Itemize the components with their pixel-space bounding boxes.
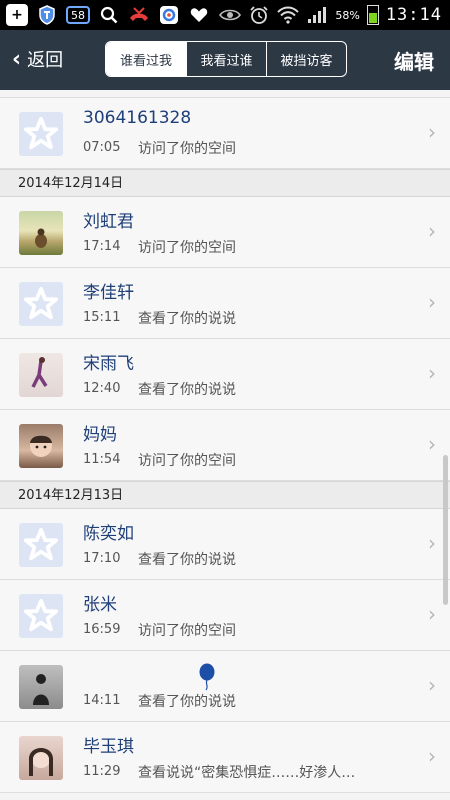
heart-icon <box>188 4 210 26</box>
date-section-header: 2014年12月13日 <box>0 481 450 509</box>
visit-action: 查看说说“密集恐惧症……好渗人… <box>138 765 356 781</box>
visit-time: 07:05 <box>83 140 121 155</box>
chevron-right-icon: › <box>428 744 436 768</box>
avatar <box>19 211 63 255</box>
visitor-tabs: 谁看过我 我看过谁 被挡访客 <box>105 41 347 77</box>
search-icon <box>98 4 120 26</box>
visitor-name: 李佳轩 <box>83 283 134 303</box>
back-button[interactable]: ‹ 返回 <box>12 46 63 72</box>
list-item[interactable]: 妈妈 11:54 访问了你的空间 › <box>0 410 450 481</box>
date-section-header: 2014年12月14日 <box>0 169 450 197</box>
visit-time: 15:11 <box>83 310 121 325</box>
list-item[interactable]: 张米 16:59 访问了你的空间 › <box>0 580 450 651</box>
chevron-right-icon: › <box>428 602 436 626</box>
chevron-right-icon: › <box>428 531 436 555</box>
visitor-name: 毕玉琪 <box>83 737 134 757</box>
visit-action: 访问了你的空间 <box>138 240 236 256</box>
avatar <box>19 665 63 709</box>
status-bar: + 58 58% 13:14 <box>0 0 450 30</box>
avatar <box>19 736 63 780</box>
list-item[interactable]: 3064161328 07:05 访问了你的空间 › <box>0 98 450 169</box>
chevron-right-icon: › <box>428 120 436 144</box>
visitor-name: 3064161328 <box>83 108 192 128</box>
visit-time: 11:29 <box>83 764 121 779</box>
visitor-name: 陈奕如 <box>83 524 134 544</box>
eye-icon <box>219 4 242 26</box>
visit-time: 12:40 <box>83 381 121 396</box>
tab-blocked-visitors[interactable]: 被挡访客 <box>266 42 346 76</box>
visit-action: 查看了你的说说 <box>138 552 236 568</box>
visit-action: 查看了你的说说 <box>138 382 236 398</box>
visit-time: 17:14 <box>83 239 121 254</box>
clock-time: 13:14 <box>385 5 442 25</box>
signal-icon <box>306 4 328 26</box>
visit-time: 17:10 <box>83 551 121 566</box>
chevron-right-icon: › <box>428 290 436 314</box>
edit-button[interactable]: 编辑 <box>394 46 434 75</box>
avatar <box>19 353 63 397</box>
plus-icon: + <box>6 4 28 26</box>
default-avatar-icon <box>19 594 63 638</box>
visit-action: 查看了你的说说 <box>138 311 236 327</box>
alarm-icon <box>248 4 270 26</box>
wifi-icon <box>277 4 300 26</box>
default-avatar-icon <box>19 523 63 567</box>
chevron-right-icon: › <box>428 432 436 456</box>
chevron-right-icon: › <box>428 673 436 697</box>
battery-icon <box>366 5 379 25</box>
visitor-name: 妈妈 <box>83 425 117 445</box>
visitor-name: 张米 <box>83 595 117 615</box>
list-item[interactable]: 刘虹君 17:14 访问了你的空间 › <box>0 197 450 268</box>
visit-time: 11:54 <box>83 452 121 467</box>
visit-time: 16:59 <box>83 622 121 637</box>
visit-action: 访问了你的空间 <box>138 623 236 639</box>
list-item[interactable]: 宋雨飞 12:40 查看了你的说说 › <box>0 339 450 410</box>
scrollbar[interactable] <box>443 455 448 605</box>
tab-who-i-viewed[interactable]: 我看过谁 <box>186 42 266 76</box>
app-icon <box>158 4 180 26</box>
visit-action: 查看了你的说说 <box>138 694 236 710</box>
default-avatar-icon <box>19 282 63 326</box>
balloon-icon <box>199 663 215 691</box>
visit-time: 14:11 <box>83 693 121 708</box>
list-item[interactable]: 14:11 查看了你的说说 › <box>0 651 450 722</box>
badge-58-icon: 58 <box>66 6 90 24</box>
chevron-right-icon: › <box>428 361 436 385</box>
battery-percent: 58% <box>335 8 360 22</box>
visit-action: 访问了你的空间 <box>138 453 236 469</box>
visit-action: 访问了你的空间 <box>138 141 236 157</box>
back-label: 返回 <box>27 50 64 71</box>
top-navigation-bar: ‹ 返回 谁看过我 我看过谁 被挡访客 编辑 <box>0 30 450 90</box>
default-avatar-icon <box>19 112 63 156</box>
list-item[interactable]: 李佳轩 15:11 查看了你的说说 › <box>0 268 450 339</box>
visitor-name: 刘虹君 <box>83 212 134 232</box>
list-item[interactable]: 陈奕如 17:10 查看了你的说说 › <box>0 509 450 580</box>
visitor-list: 3064161328 07:05 访问了你的空间 › 2014年12月14日 刘… <box>0 90 450 800</box>
list-item[interactable]: 毕玉琪 11:29 查看说说“密集恐惧症……好渗人… › <box>0 722 450 793</box>
shield-icon <box>36 4 58 26</box>
visitor-name: 宋雨飞 <box>83 354 134 374</box>
list-top-divider <box>0 90 450 98</box>
tab-who-viewed-me[interactable]: 谁看过我 <box>106 42 186 76</box>
chevron-right-icon: › <box>428 219 436 243</box>
chevron-left-icon: ‹ <box>12 46 22 72</box>
avatar <box>19 424 63 468</box>
missed-call-icon <box>128 4 150 26</box>
